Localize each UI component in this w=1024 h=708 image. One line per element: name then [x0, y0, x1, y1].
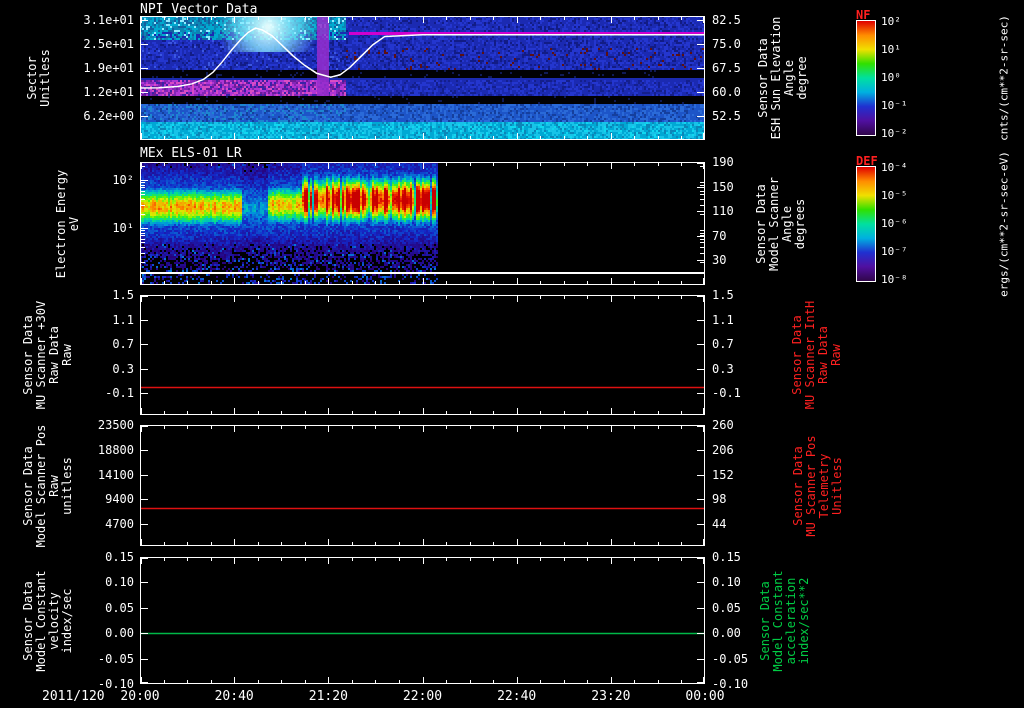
plot-canvas-npi [140, 16, 705, 140]
multi-panel-science-plot: NPI Vector Data MEx ELS-01 LR 2011/120 3… [0, 0, 1024, 708]
axis-label-mu30v-right: Sensor Data MU Scanner IntH Raw Data Raw [790, 300, 843, 410]
y-tick-label: 150 [712, 179, 734, 194]
colorbar-def [856, 166, 876, 282]
y-tick-label: 60.0 [712, 85, 741, 100]
y-tick-label: 152 [712, 467, 734, 482]
y-tick-label: 190 [712, 155, 734, 169]
y-tick-label: 98 [712, 492, 727, 507]
colorbar-tick-label: 10⁻⁴ [881, 161, 908, 175]
y-tick-label: 0.05 [712, 600, 741, 615]
y-tick-label: 6.2e+00 [83, 109, 134, 124]
axis-label-els-right: Sensor Data Model Scanner Angle degrees [754, 176, 807, 271]
y-tick-label: 260 [712, 418, 734, 432]
y-tick-label: 0.15 [712, 550, 741, 564]
y-tick-label: 3.1e+01 [83, 12, 134, 27]
y-tick-label: 0.15 [105, 550, 134, 564]
y-tick-label: 1.2e+01 [83, 85, 134, 100]
x-tick-label: 20:40 [214, 689, 254, 704]
colorbar-tick-label: 10⁻⁵ [881, 189, 908, 203]
y-tick-label: 0.7 [712, 337, 734, 352]
x-tick-label: 22:00 [402, 689, 443, 704]
colorbar-tick-label: 10⁻² [881, 126, 908, 140]
colorbar-tick-label: 10⁻⁷ [881, 244, 908, 258]
colorbar-tick-label: 10⁻⁸ [881, 272, 908, 286]
colorbar-tick-label: 10¹ [881, 43, 901, 57]
x-axis-date-label: 2011/120 [42, 689, 105, 704]
colorbar-title-def: DEF [856, 154, 878, 168]
x-tick-label: 22:40 [497, 689, 537, 704]
y-tick-label: 1.1 [712, 312, 734, 327]
y-tick-label: 1.5 [112, 288, 134, 302]
y-tick-label: 0.00 [712, 626, 741, 641]
axis-label-scanpos-left: Sensor Data Model Scanner Pos Raw unitle… [21, 424, 74, 547]
panel-title-npi: NPI Vector Data [140, 2, 258, 17]
y-tick-label: 70 [712, 228, 727, 243]
colorbar-tick-label: 10² [881, 15, 901, 29]
axis-label-modelconst-left: Sensor Data Model Constant velocity inde… [21, 569, 74, 672]
axis-label-npi-right: Sensor Data ESH Sun Elevation Angle degr… [756, 16, 809, 140]
y-tick-label: 0.10 [712, 575, 741, 590]
plot-canvas-mu30v [140, 295, 705, 415]
colorbar-nf [856, 20, 876, 136]
colorbar-tick-label: 10⁻¹ [881, 98, 908, 112]
y-tick-label: 206 [712, 442, 734, 457]
plot-canvas-els [140, 162, 705, 285]
colorbar-units-def: ergs/(cm**2-sr-sec-eV) [997, 151, 1011, 297]
y-tick-label: -0.1 [712, 386, 741, 401]
axis-label-scanpos-right: Sensor Data MU Scanner Pos Telemetry Uni… [791, 434, 844, 537]
x-tick-label: 00:00 [685, 689, 725, 704]
y-tick-label: 110 [712, 204, 734, 219]
colorbar-tick-label: 10⁻⁶ [881, 217, 908, 230]
y-tick-label: 52.5 [712, 109, 741, 124]
y-tick-label: 2.5e+01 [83, 36, 134, 51]
y-tick-label: 75.0 [712, 36, 741, 51]
axis-label-modelconst-right: Sensor Data Model Constant acceleration … [758, 569, 811, 672]
y-tick-label: 0.3 [712, 361, 734, 376]
y-tick-label: 82.5 [712, 12, 741, 27]
colorbar-tick-label: 10⁰ [881, 71, 901, 84]
y-tick-label: 1.5 [712, 288, 734, 302]
colorbar-units-nf: cnts/(cm**2-sr-sec) [997, 15, 1011, 141]
y-tick-label: 30 [712, 253, 727, 268]
axis-label-mu30v-left: Sensor Data MU Scanner +30V Raw Data Raw [21, 300, 74, 410]
y-tick-label: 44 [712, 517, 727, 532]
x-tick-label: 20:00 [120, 689, 160, 704]
y-tick-label: 1.9e+01 [83, 61, 134, 76]
y-tick-label: -0.05 [712, 651, 749, 666]
plot-canvas-scanpos [140, 425, 705, 546]
plot-canvas-modelconst [140, 557, 705, 684]
x-tick-label: 23:20 [591, 689, 631, 704]
axis-label-npi-left: Sector Unitless [25, 49, 52, 107]
y-tick-label: 67.5 [712, 61, 741, 76]
colorbar-title-nf: NF [856, 8, 871, 22]
axis-label-els-left: Electron Energy eV [54, 169, 81, 278]
panel-title-els: MEx ELS-01 LR [140, 146, 242, 161]
x-tick-label: 21:20 [308, 689, 348, 704]
